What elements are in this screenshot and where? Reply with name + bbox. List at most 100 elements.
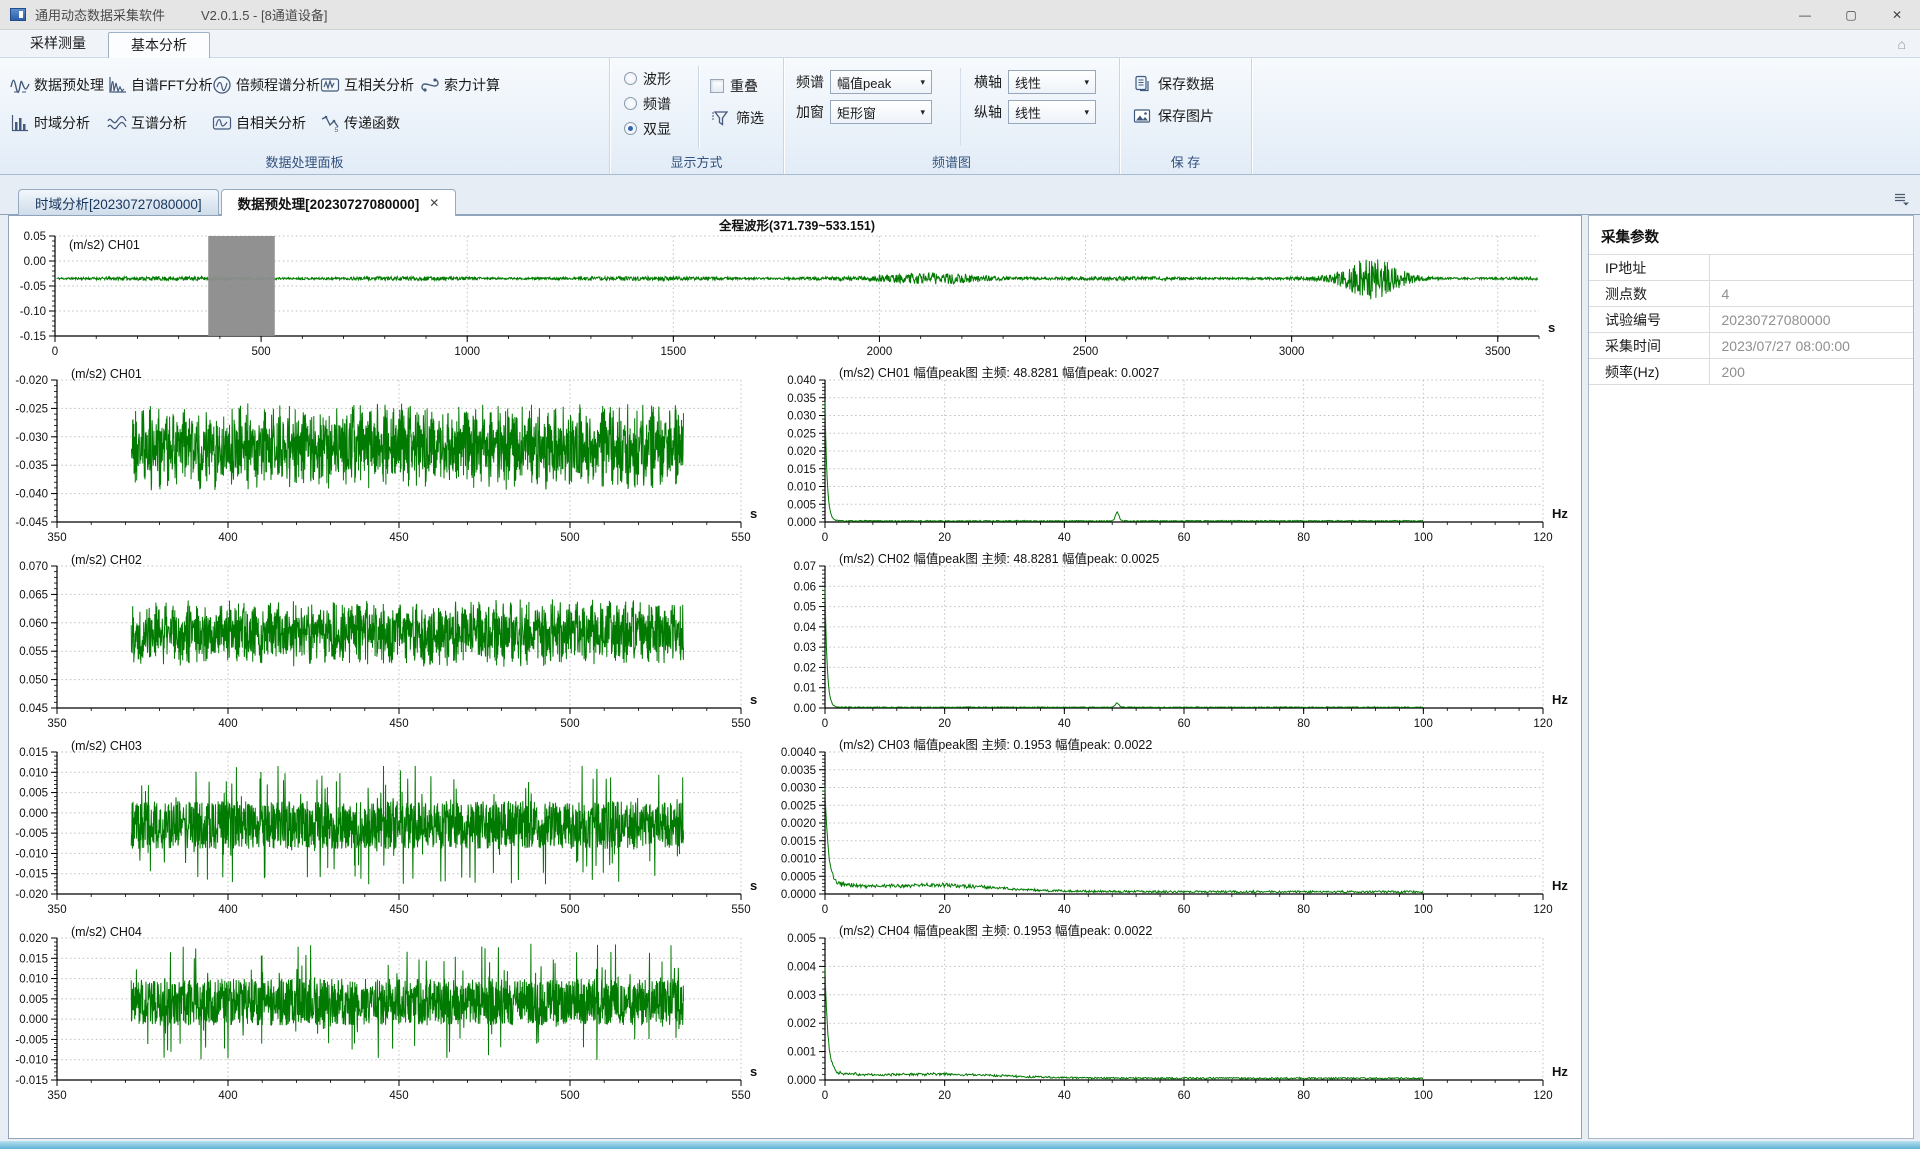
radio-dual-display[interactable]: 双显 xyxy=(624,116,671,141)
svg-text:-0.025: -0.025 xyxy=(15,403,48,415)
tool-button-fft[interactable]: 自谱FFT分析 xyxy=(107,72,212,98)
svg-text:500: 500 xyxy=(252,346,271,358)
tool-button-octave[interactable]: 倍频程谱分析 xyxy=(212,72,320,98)
ribbon-tab-basic-analysis[interactable]: 基本分析 xyxy=(108,32,210,58)
svg-text:0.0005: 0.0005 xyxy=(781,871,816,883)
field-x-axis-scale: 横轴线性▾ xyxy=(974,70,1096,94)
param-label: 采集时间 xyxy=(1589,333,1709,359)
doc-tab-preprocess[interactable]: 数据预处理[20230727080000]✕ xyxy=(221,189,457,216)
select-x-axis-scale[interactable]: 线性▾ xyxy=(1008,70,1096,94)
svg-text:0.040: 0.040 xyxy=(787,375,816,387)
close-button[interactable]: ✕ xyxy=(1874,0,1920,29)
overview-waveform-chart[interactable]: -0.15-0.10-0.050.000.0505001000150020002… xyxy=(13,218,1573,360)
svg-text:(m/s2) CH02 幅值peak图 主频: 48.82: (m/s2) CH02 幅值peak图 主频: 48.8281 幅值peak: … xyxy=(839,552,1159,566)
svg-text:-0.015: -0.015 xyxy=(15,1075,48,1087)
svg-text:20: 20 xyxy=(938,904,951,916)
svg-text:s: s xyxy=(750,1064,757,1079)
select-window-type[interactable]: 矩形窗▾ xyxy=(830,100,932,124)
spectrum-chart-ch03[interactable]: 0.00000.00050.00100.00150.00200.00250.00… xyxy=(779,738,1573,918)
tool-button-preprocess[interactable]: 数据预处理 xyxy=(10,72,107,98)
param-row: 频率(Hz)200 xyxy=(1589,359,1913,385)
svg-text:60: 60 xyxy=(1178,718,1191,730)
spectrum-chart-ch01[interactable]: 0.0000.0050.0100.0150.0200.0250.0300.035… xyxy=(779,366,1573,546)
svg-text:-0.020: -0.020 xyxy=(15,375,48,387)
param-value: 2023/07/27 08:00:00 xyxy=(1709,333,1913,359)
svg-text:0: 0 xyxy=(822,904,828,916)
time-chart-ch03[interactable]: -0.020-0.015-0.010-0.0050.0000.0050.0100… xyxy=(13,738,769,918)
window-version: V2.0.1.5 - [8通道设备] xyxy=(201,5,327,24)
param-value: 200 xyxy=(1709,359,1913,385)
svg-text:-0.005: -0.005 xyxy=(15,1034,48,1046)
maximize-button[interactable]: ▢ xyxy=(1828,0,1874,29)
select-y-axis-scale[interactable]: 线性▾ xyxy=(1008,100,1096,124)
svg-text:0.000: 0.000 xyxy=(19,808,48,820)
group-label: 频谱图 xyxy=(784,152,1119,171)
svg-text:60: 60 xyxy=(1178,1090,1191,1102)
svg-text:20: 20 xyxy=(938,718,951,730)
radio-spectrum[interactable]: 频谱 xyxy=(624,91,671,116)
select-label: 纵轴 xyxy=(974,102,1002,122)
svg-text:0.0015: 0.0015 xyxy=(781,836,816,848)
minimize-button[interactable]: — xyxy=(1782,0,1828,29)
crossspectrum-icon xyxy=(107,113,127,133)
save-data-button[interactable]: 保存数据 xyxy=(1132,68,1214,100)
svg-text:-0.015: -0.015 xyxy=(15,869,48,881)
svg-text:0.003: 0.003 xyxy=(787,990,816,1002)
svg-text:1500: 1500 xyxy=(661,346,687,358)
home-icon[interactable]: ⌂ xyxy=(1898,36,1906,52)
time-chart-ch02[interactable]: 0.0450.0500.0550.0600.0650.0703504004505… xyxy=(13,552,769,732)
svg-text:0.015: 0.015 xyxy=(19,953,48,965)
time-chart-ch04[interactable]: -0.015-0.010-0.0050.0000.0050.0100.0150.… xyxy=(13,924,769,1104)
svg-text:0.060: 0.060 xyxy=(19,618,48,630)
field-window-type: 加窗矩形窗▾ xyxy=(796,100,932,124)
radio-waveform[interactable]: 波形 xyxy=(624,66,671,91)
filter-button[interactable]: 筛选 xyxy=(710,102,764,134)
svg-text:100: 100 xyxy=(1414,718,1433,730)
svg-text:400: 400 xyxy=(218,904,237,916)
overlay-checkbox[interactable]: 重叠 xyxy=(710,70,764,102)
chart-panel: -0.15-0.10-0.050.000.0505001000150020002… xyxy=(8,215,1582,1139)
tool-button-label: 互相关分析 xyxy=(344,75,414,95)
svg-text:0: 0 xyxy=(822,1090,828,1102)
ribbon-group-spectrum-settings: 频谱幅值peak▾ 加窗矩形窗▾ 横轴线性▾ 纵轴线性▾ 频谱图 xyxy=(784,58,1120,174)
octave-icon xyxy=(212,75,232,95)
svg-text:0.02: 0.02 xyxy=(794,662,816,674)
tab-close-icon[interactable]: ✕ xyxy=(429,196,439,210)
select-label: 频谱 xyxy=(796,72,824,92)
svg-text:(m/s2) CH01: (m/s2) CH01 xyxy=(71,367,142,381)
svg-text:0.050: 0.050 xyxy=(19,675,48,687)
svg-text:0.0040: 0.0040 xyxy=(781,747,816,759)
tool-button-cableforce[interactable]: 索力计算 xyxy=(420,72,609,98)
tab-list-icon[interactable] xyxy=(1894,192,1910,206)
svg-text:0: 0 xyxy=(822,532,828,544)
tool-button-transfer[interactable]: 5传递函数 xyxy=(320,110,420,136)
time-chart-ch01[interactable]: -0.045-0.040-0.035-0.030-0.025-0.0203504… xyxy=(13,366,769,546)
chevron-down-icon: ▾ xyxy=(920,107,925,118)
doc-tab-time-analysis[interactable]: 时域分析[20230727080000] xyxy=(18,189,219,215)
tool-button-crosscorr[interactable]: 互相关分析 xyxy=(320,72,420,98)
svg-text:0.03: 0.03 xyxy=(794,642,816,654)
spectrum-chart-ch04[interactable]: 0.0000.0010.0020.0030.0040.0050204060801… xyxy=(779,924,1573,1104)
svg-text:2000: 2000 xyxy=(867,346,893,358)
save-image-button[interactable]: 保存图片 xyxy=(1132,100,1214,132)
radio-label: 频谱 xyxy=(643,94,671,114)
svg-text:-0.05: -0.05 xyxy=(20,281,46,293)
spectrum-chart-ch02[interactable]: 0.000.010.020.030.040.050.060.0702040608… xyxy=(779,552,1573,732)
select-label: 加窗 xyxy=(796,102,824,122)
tool-buttons: 数据预处理自谱FFT分析倍频程谱分析 互相关分析索力计算时域分析互谱分析自相关分析… xyxy=(0,58,609,136)
tool-button-timedomain[interactable]: 时域分析 xyxy=(10,110,107,136)
svg-text:(m/s2) CH03 幅值peak图 主频: 0.195: (m/s2) CH03 幅值peak图 主频: 0.1953 幅值peak: 0… xyxy=(839,738,1152,752)
svg-text:450: 450 xyxy=(389,532,408,544)
filter-icon xyxy=(710,108,730,128)
svg-text:0.010: 0.010 xyxy=(19,974,48,986)
param-label: IP地址 xyxy=(1589,255,1709,281)
svg-text:40: 40 xyxy=(1058,532,1071,544)
select-spectrum-type[interactable]: 幅值peak▾ xyxy=(830,70,932,94)
tool-button-crossspectrum[interactable]: 互谱分析 xyxy=(107,110,212,136)
svg-text:(m/s2) CH02: (m/s2) CH02 xyxy=(71,553,142,567)
tool-button-autocorr[interactable]: 自相关分析 xyxy=(212,110,320,136)
param-row: IP地址 xyxy=(1589,255,1913,281)
save-button-label: 保存图片 xyxy=(1158,106,1214,126)
svg-text:(m/s2) CH03: (m/s2) CH03 xyxy=(71,739,142,753)
ribbon-tab-sampling[interactable]: 采样测量 xyxy=(8,31,108,57)
